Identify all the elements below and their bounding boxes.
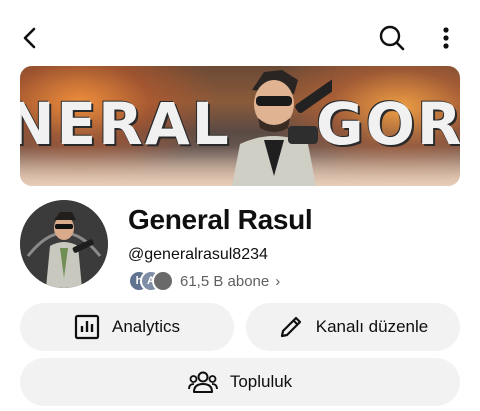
channel-banner[interactable]: NERAL GORD [20, 66, 460, 186]
banner-text-right: GORD [316, 90, 460, 158]
channel-avatar[interactable] [20, 200, 108, 288]
edit-channel-button-label: Kanalı düzenle [315, 317, 429, 336]
arrow-left-icon [23, 27, 36, 49]
channel-name: General Rasul [128, 204, 313, 235]
subscriber-count: 61,5 B abone [180, 272, 270, 290]
analytics-button[interactable]: Analytics [20, 303, 234, 351]
channel-handle: @generalrasul8234 [128, 246, 268, 263]
subscriber-avatar [152, 270, 174, 292]
community-button-label: Topluluk [229, 372, 293, 391]
banner-character-illustration [232, 70, 332, 186]
analytics-button-label: Analytics [111, 317, 181, 336]
subscribers-link[interactable]: h A 61,5 B abone › [128, 270, 280, 292]
subscriber-avatars: h A [128, 270, 174, 292]
search-icon [379, 25, 405, 51]
edit-channel-button[interactable]: Kanalı düzenle [246, 303, 460, 351]
more-options-button[interactable] [428, 18, 464, 58]
community-button[interactable]: Topluluk [20, 358, 460, 406]
back-button[interactable] [10, 18, 50, 58]
pencil-icon [280, 316, 301, 338]
more-vertical-icon [443, 27, 449, 49]
chevron-right-icon: › [275, 272, 281, 290]
banner-text-left: NERAL [20, 90, 231, 158]
avatar-character-illustration [20, 200, 108, 288]
analytics-icon [74, 314, 100, 340]
people-icon [187, 371, 218, 393]
search-button[interactable] [372, 18, 412, 58]
top-app-bar [0, 0, 480, 62]
